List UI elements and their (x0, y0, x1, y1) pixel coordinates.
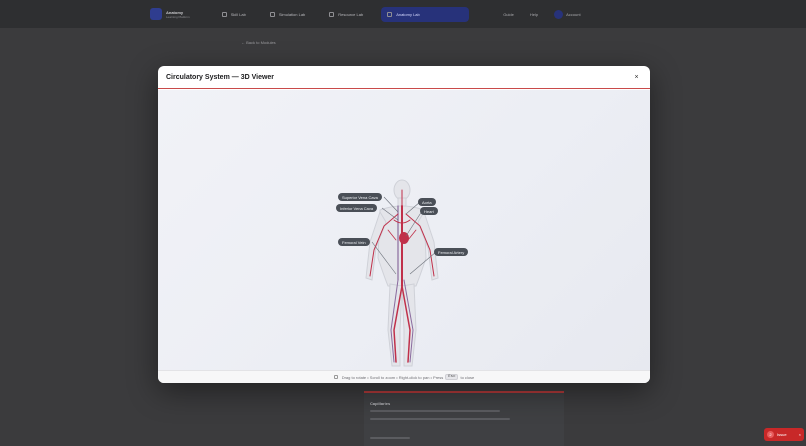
issue-toast[interactable]: 2 Issue × (764, 428, 804, 441)
label-femoral-vein[interactable]: Femoral Vein (338, 238, 370, 246)
brand[interactable]: Anatomy Learning Platform (150, 8, 190, 20)
toast-text: Issue (777, 432, 787, 437)
toast-close-icon[interactable]: × (799, 432, 801, 437)
skill-lab-icon (221, 11, 227, 17)
viewer-modal: Circulatory System — 3D Viewer × Superio… (158, 66, 650, 383)
account-label: Account (566, 11, 581, 17)
account-menu[interactable]: Account (554, 9, 581, 19)
label-superior-vena-cava[interactable]: Superior Vena Cava (338, 193, 382, 201)
footer-suffix: to close (460, 374, 475, 380)
avatar (554, 9, 564, 19)
modal-header: Circulatory System — 3D Viewer × (158, 66, 650, 89)
resource-lab-icon (329, 11, 335, 17)
card-text-line (370, 437, 410, 439)
nav-simulation-lab[interactable]: Simulation Lab (264, 9, 311, 20)
simulation-lab-icon (269, 11, 275, 17)
main-nav: Skill Lab Simulation Lab Resource Lab An… (216, 6, 470, 22)
app-header: Anatomy Learning Platform Skill Lab Simu… (0, 0, 806, 28)
help-label: Help (529, 11, 539, 17)
brand-subtitle: Learning Platform (166, 14, 190, 19)
card-title: Capillaries (370, 401, 391, 406)
nav-label: Anatomy Lab (396, 11, 420, 17)
toast-count-badge: 2 (767, 431, 774, 438)
close-icon[interactable]: × (631, 72, 642, 83)
right-nav: Guide Help Account (503, 9, 581, 19)
nav-label: Resource Lab (338, 11, 364, 17)
viewer-footer: Drag to rotate • Scroll to zoom • Right-… (158, 370, 650, 383)
nav-resource-lab[interactable]: Resource Lab (323, 9, 369, 20)
footer-hint: Drag to rotate • Scroll to zoom • Right-… (341, 374, 444, 380)
brand-logo-icon (150, 8, 162, 20)
nav-anatomy-lab[interactable]: Anatomy Lab (381, 6, 470, 22)
label-inferior-vena-cava[interactable]: Inferior Vena Cava (336, 204, 378, 212)
esc-key: Esc (445, 374, 459, 380)
help-link[interactable]: Help (530, 12, 538, 17)
nav-label: Simulation Lab (278, 11, 306, 17)
card-text-line (370, 418, 510, 420)
anatomy-lab-icon (387, 11, 393, 17)
label-femoral-artery[interactable]: Femoral Artery (434, 248, 469, 256)
card-text-line (370, 410, 500, 412)
nav-label: Skill Lab (230, 11, 246, 17)
body-model (365, 179, 439, 367)
modal-title: Circulatory System — 3D Viewer (166, 73, 275, 81)
label-aorta[interactable]: Aorta (418, 198, 436, 206)
back-link[interactable]: ← Back to Modules (241, 40, 276, 45)
mouse-icon (333, 375, 338, 379)
guide-label: Guide (503, 11, 514, 17)
guide-link[interactable]: Guide (503, 12, 514, 17)
background-card: Capillaries (364, 391, 564, 446)
3d-viewer-canvas[interactable]: Superior Vena Cava Inferior Vena Cava Ao… (158, 90, 650, 370)
nav-skill-lab[interactable]: Skill Lab (216, 9, 252, 20)
label-heart[interactable]: Heart (420, 207, 438, 215)
